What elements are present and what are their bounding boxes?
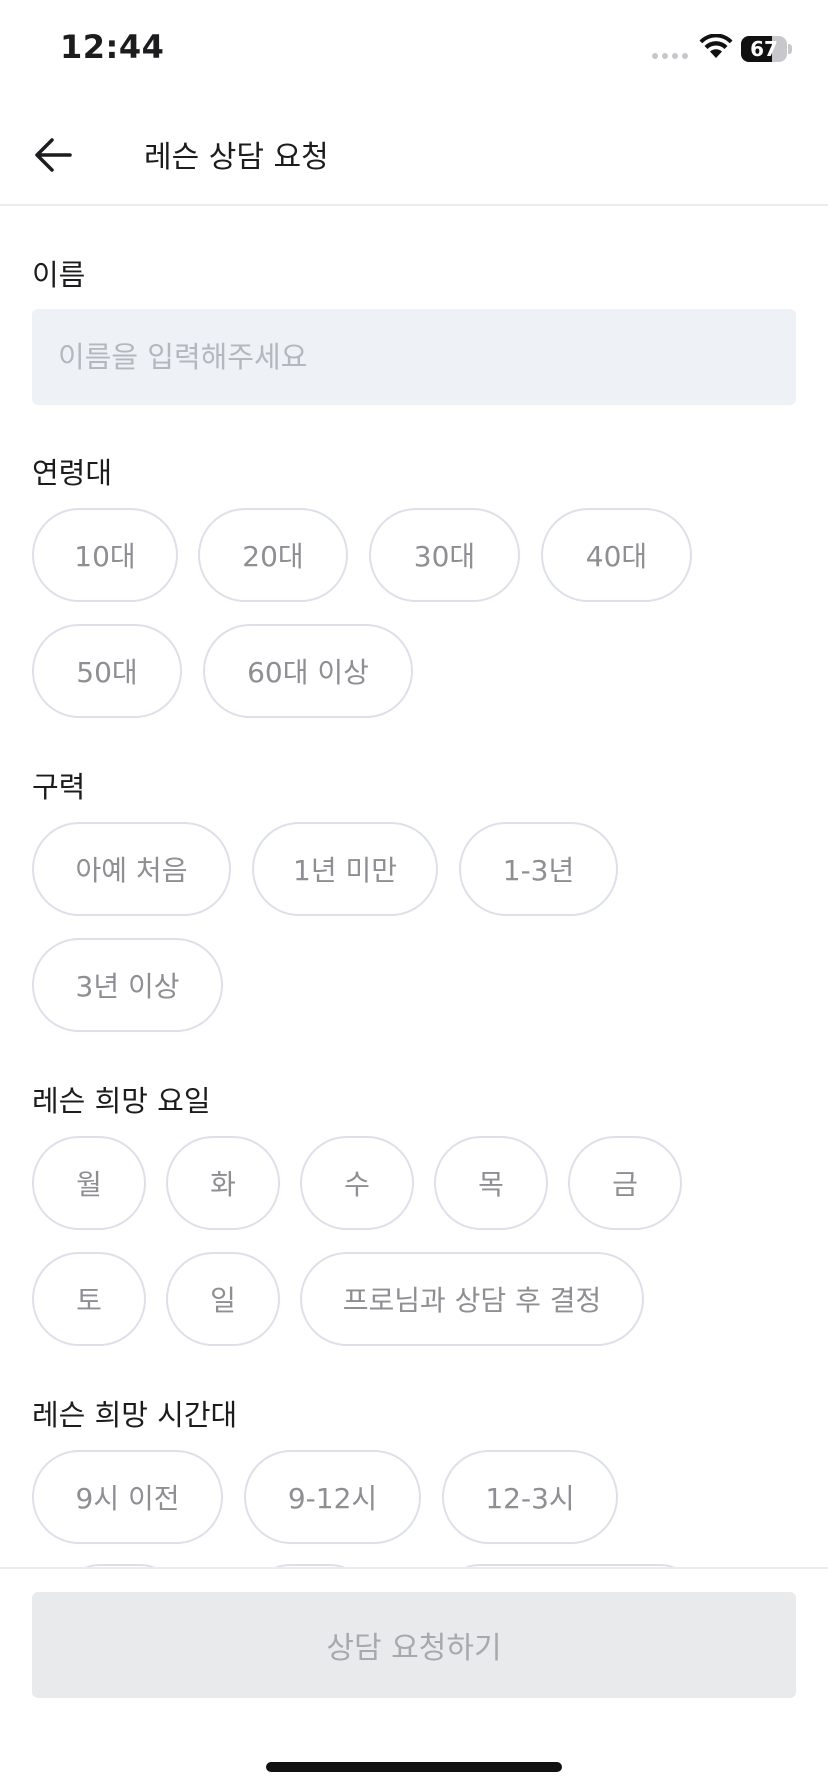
age-label: 연령대 bbox=[32, 456, 113, 490]
status-bar: 12:44 67 bbox=[0, 0, 828, 100]
status-time: 12:44 bbox=[60, 28, 165, 66]
page-title: 레슨 상담 요청 bbox=[144, 140, 329, 175]
day-option-sun[interactable]: 일 bbox=[166, 1252, 280, 1346]
day-option-tue[interactable]: 화 bbox=[166, 1136, 280, 1230]
experience-option-under-1y[interactable]: 1년 미만 bbox=[252, 822, 438, 916]
day-option-thu[interactable]: 목 bbox=[434, 1136, 548, 1230]
nav-header: 레슨 상담 요청 bbox=[0, 100, 828, 206]
age-option-20s[interactable]: 20대 bbox=[198, 508, 348, 602]
time-option-before-9[interactable]: 9시 이전 bbox=[32, 1450, 223, 1544]
age-option-60s-plus[interactable]: 60대 이상 bbox=[203, 624, 413, 718]
battery-percent: 67 bbox=[750, 37, 778, 61]
name-label: 이름 bbox=[32, 258, 86, 292]
name-input[interactable] bbox=[32, 309, 796, 405]
time-option-12-3[interactable]: 12-3시 bbox=[442, 1450, 618, 1544]
day-option-wed[interactable]: 수 bbox=[300, 1136, 414, 1230]
age-option-50s[interactable]: 50대 bbox=[32, 624, 182, 718]
day-option-mon[interactable]: 월 bbox=[32, 1136, 146, 1230]
age-option-30s[interactable]: 30대 bbox=[369, 508, 520, 602]
bottom-divider bbox=[0, 1567, 828, 1569]
wifi-icon bbox=[699, 34, 733, 58]
age-option-10s[interactable]: 10대 bbox=[32, 508, 178, 602]
day-option-decide-with-pro[interactable]: 프로님과 상담 후 결정 bbox=[300, 1252, 644, 1346]
day-option-fri[interactable]: 금 bbox=[568, 1136, 682, 1230]
experience-option-1-3y[interactable]: 1-3년 bbox=[459, 822, 618, 916]
home-indicator bbox=[266, 1762, 562, 1772]
back-arrow-icon[interactable] bbox=[30, 130, 80, 180]
time-option-9-12[interactable]: 9-12시 bbox=[244, 1450, 421, 1544]
experience-option-3y-plus[interactable]: 3년 이상 bbox=[32, 938, 223, 1032]
cellular-signal-icon bbox=[652, 53, 688, 59]
preferred-days-label: 레슨 희망 요일 bbox=[32, 1084, 211, 1118]
age-option-40s[interactable]: 40대 bbox=[541, 508, 692, 602]
day-option-sat[interactable]: 토 bbox=[32, 1252, 146, 1346]
battery-icon: 67 bbox=[741, 36, 792, 62]
submit-request-button[interactable]: 상담 요청하기 bbox=[32, 1592, 796, 1698]
experience-label: 구력 bbox=[32, 770, 86, 804]
scrolled-chip-row bbox=[0, 1558, 828, 1567]
preferred-time-label: 레슨 희망 시간대 bbox=[32, 1398, 238, 1432]
experience-option-beginner[interactable]: 아예 처음 bbox=[32, 822, 231, 916]
